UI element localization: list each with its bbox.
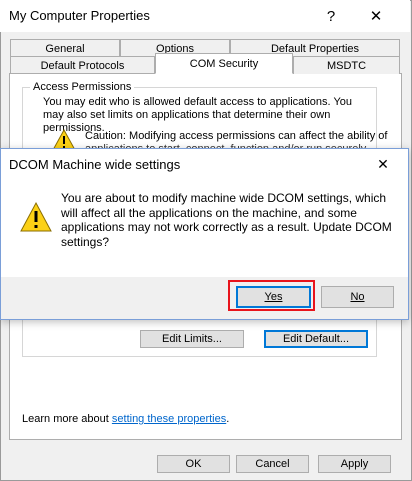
no-label: No [350, 291, 365, 303]
yes-highlight-box [228, 280, 315, 311]
caution-text-line1: Caution: Modifying access permissions ca… [85, 130, 388, 142]
learn-more-suffix: . [226, 413, 230, 425]
cancel-button[interactable]: Cancel [236, 455, 309, 473]
edit-default-button[interactable]: Edit Default... [264, 330, 368, 348]
dialog-footer: Yes No [1, 277, 408, 319]
dcom-settings-dialog: DCOM Machine wide settings ✕ You are abo… [0, 148, 409, 320]
close-button[interactable]: ✕ [354, 0, 398, 32]
learn-more-prefix: Learn more about [22, 413, 112, 425]
setting-properties-link[interactable]: setting these properties [112, 413, 226, 425]
apply-button[interactable]: Apply [318, 455, 391, 473]
group-legend: Access Permissions [30, 81, 135, 93]
tab-general[interactable]: General [10, 39, 120, 57]
edit-limits-button[interactable]: Edit Limits... [140, 330, 244, 348]
help-button[interactable]: ? [309, 0, 353, 32]
dialog-title: DCOM Machine wide settings [9, 157, 181, 172]
dialog-message: You are about to modify machine wide DCO… [61, 191, 392, 249]
tab-default-protocols[interactable]: Default Protocols [10, 56, 155, 74]
ok-button[interactable]: OK [157, 455, 230, 473]
window-title: My Computer Properties [9, 8, 150, 23]
tab-com-security[interactable]: COM Security [155, 53, 293, 74]
dialog-close-button[interactable]: ✕ [364, 151, 402, 177]
tab-msdtc[interactable]: MSDTC [293, 56, 400, 74]
warning-icon [19, 201, 53, 233]
no-button[interactable]: No [321, 286, 394, 308]
learn-more-text: Learn more about setting these propertie… [22, 413, 229, 425]
